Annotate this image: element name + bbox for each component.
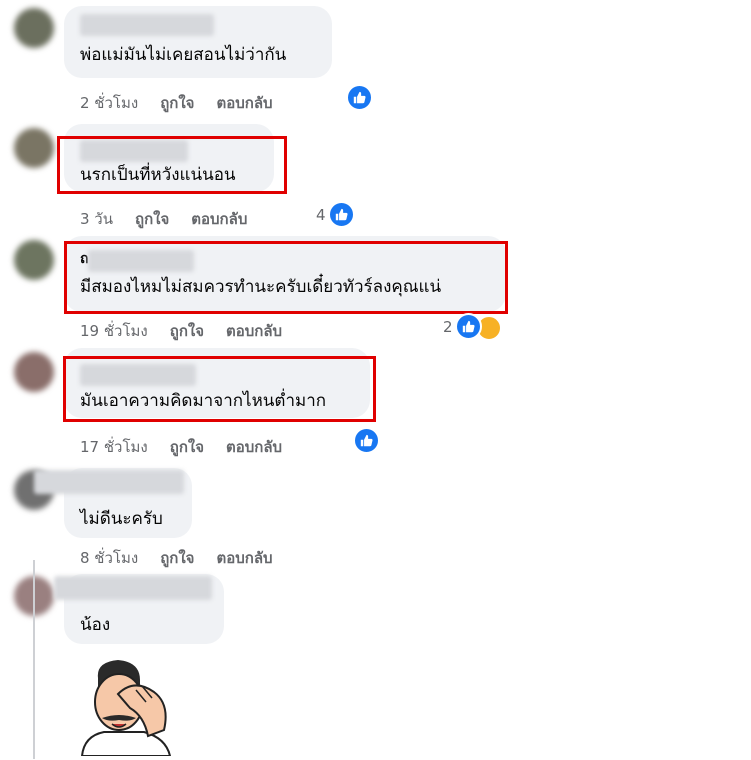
like-action[interactable]: ถูกใจ [160, 94, 194, 112]
comment-text: พ่อแม่มันไม่เคยสอนไม่ว่ากัน [80, 45, 287, 65]
comment-actions: 8 ชั่วโมง ถูกใจ ตอบกลับ [80, 546, 295, 570]
like-icon[interactable] [455, 313, 482, 340]
comment-time[interactable]: 2 ชั่วโมง [80, 94, 138, 112]
commenter-name[interactable] [34, 470, 184, 494]
highlight-box [63, 356, 376, 422]
thread-line [33, 560, 35, 759]
comment-actions: 17 ชั่วโมง ถูกใจ ตอบกลับ [80, 435, 304, 459]
like-action[interactable]: ถูกใจ [170, 438, 204, 456]
avatar[interactable] [14, 8, 54, 48]
comment-time[interactable]: 19 ชั่วโมง [80, 322, 148, 340]
comment-time[interactable]: 17 ชั่วโมง [80, 438, 148, 456]
reply-action[interactable]: ตอบกลับ [216, 549, 272, 567]
like-action[interactable]: ถูกใจ [160, 549, 194, 567]
reply-action[interactable]: ตอบกลับ [226, 322, 282, 340]
reaction-count[interactable]: 4 [316, 206, 326, 224]
facepalm-sticker[interactable] [74, 656, 184, 757]
reply-action[interactable]: ตอบกลับ [191, 210, 247, 228]
like-action[interactable]: ถูกใจ [170, 322, 204, 340]
comment-time[interactable]: 3 วัน [80, 210, 113, 228]
like-icon[interactable] [346, 84, 373, 111]
reply-action[interactable]: ตอบกลับ [216, 94, 272, 112]
commenter-name[interactable] [80, 14, 214, 36]
like-action[interactable]: ถูกใจ [135, 210, 169, 228]
comment-actions: 3 วัน ถูกใจ ตอบกลับ [80, 207, 269, 231]
reply-action[interactable]: ตอบกลับ [226, 438, 282, 456]
comment-text: ไม่ดีนะครับ [80, 509, 163, 529]
reaction-count[interactable]: 2 [443, 318, 453, 336]
commenter-name[interactable] [54, 576, 212, 600]
highlight-box [64, 241, 508, 314]
like-icon[interactable] [353, 427, 380, 454]
comment-actions: 19 ชั่วโมง ถูกใจ ตอบกลับ [80, 319, 304, 343]
avatar[interactable] [14, 352, 54, 392]
avatar[interactable] [14, 128, 54, 168]
highlight-box [57, 136, 287, 194]
like-icon[interactable] [328, 201, 355, 228]
avatar[interactable] [14, 240, 54, 280]
comment-actions: 2 ชั่วโมง ถูกใจ ตอบกลับ [80, 91, 295, 115]
comment-time[interactable]: 8 ชั่วโมง [80, 549, 138, 567]
comment-text: น้อง [80, 615, 111, 635]
